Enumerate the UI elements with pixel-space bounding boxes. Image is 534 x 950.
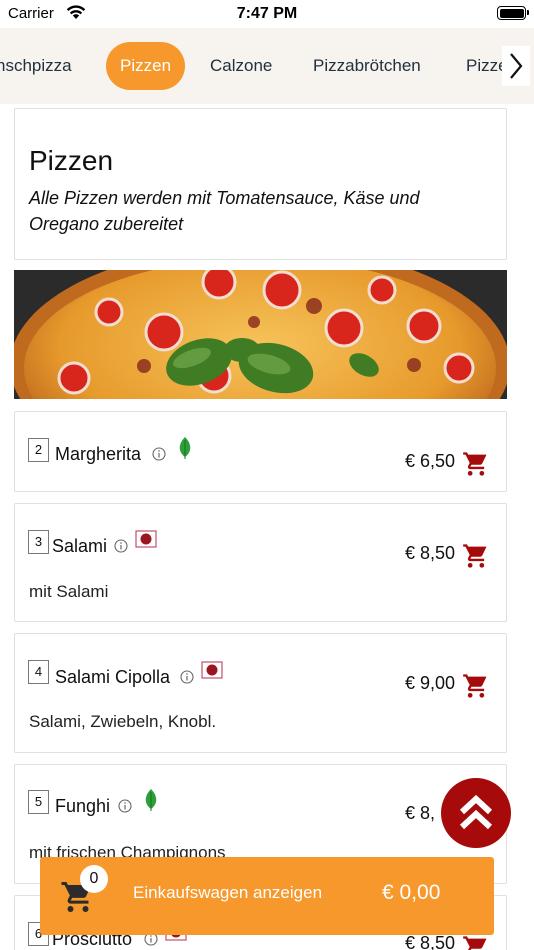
view-cart-button[interactable]: 0 Einkaufswagen anzeigen € 0,00 — [40, 857, 494, 935]
item-number: 2 — [28, 438, 49, 462]
tab-wunschpizza[interactable]: nschpizza — [0, 42, 72, 90]
status-bar: Carrier 7:47 PM — [0, 0, 534, 28]
cart-count-badge: 0 — [80, 865, 108, 893]
meat-icon — [201, 661, 223, 679]
pizza-banner-image — [14, 270, 507, 399]
leaf-icon — [145, 789, 157, 811]
section-title: Pizzen — [29, 145, 114, 176]
item-name: Salami — [52, 536, 108, 556]
item-description: mit Salami — [29, 582, 109, 601]
battery-icon — [497, 6, 529, 20]
item-number: 3 — [28, 530, 49, 554]
tab-calzone[interactable]: Calzone — [210, 42, 272, 90]
section-header-card: Pizzen Alle Pizzen werden mit Tomatensau… — [14, 108, 507, 260]
menu-item-salami[interactable]: 3 Salami € 8,50 mit Salami — [14, 503, 507, 622]
item-name: Margherita — [55, 444, 142, 464]
item-name: Salami Cipolla — [55, 667, 171, 687]
info-icon[interactable] — [118, 799, 132, 813]
menu-item-salami-cipolla[interactable]: 4 Salami Cipolla € 9,00 Salami, Zwiebeln… — [14, 633, 507, 753]
info-icon[interactable] — [180, 670, 194, 684]
item-price: € 8,50 — [405, 543, 456, 563]
scroll-to-top-button[interactable] — [441, 778, 511, 848]
clock: 7:47 PM — [236, 5, 298, 22]
meat-icon — [135, 530, 157, 548]
item-price: € 6,50 — [405, 451, 456, 471]
cart-total: € 0,00 — [382, 881, 441, 904]
item-description: Salami, Zwiebeln, Knobl. — [29, 712, 217, 731]
tab-pizzabroetchen[interactable]: Pizzabrötchen — [313, 42, 421, 90]
double-chevron-up-icon — [459, 794, 493, 830]
tab-scroll-right-button[interactable] — [502, 46, 530, 86]
info-icon[interactable] — [114, 539, 128, 553]
add-to-cart-icon[interactable] — [462, 542, 490, 570]
tab-pizzen[interactable]: Pizzen — [106, 42, 186, 90]
item-price: € 9,00 — [405, 673, 456, 693]
item-price: € 8,50 — [405, 933, 456, 950]
category-tab-bar: nschpizza Pizzen Calzone Pizzabrötchen P… — [0, 28, 534, 104]
add-to-cart-icon[interactable] — [462, 450, 490, 478]
leaf-icon — [179, 437, 191, 459]
chevron-right-icon — [510, 53, 523, 79]
menu-item-margherita[interactable]: 2 Margherita € 6,50 — [14, 411, 507, 492]
item-name: Funghi — [55, 796, 111, 816]
section-description: Alle Pizzen werden mit Tomatensauce, Käs… — [29, 188, 420, 234]
info-icon[interactable] — [152, 447, 166, 461]
item-number: 5 — [28, 790, 49, 814]
cart-label: Einkaufswagen anzeigen — [133, 883, 323, 902]
item-price: € 8, — [405, 803, 436, 823]
add-to-cart-icon[interactable] — [462, 934, 490, 950]
add-to-cart-icon[interactable] — [462, 672, 490, 700]
item-number: 4 — [28, 660, 49, 684]
